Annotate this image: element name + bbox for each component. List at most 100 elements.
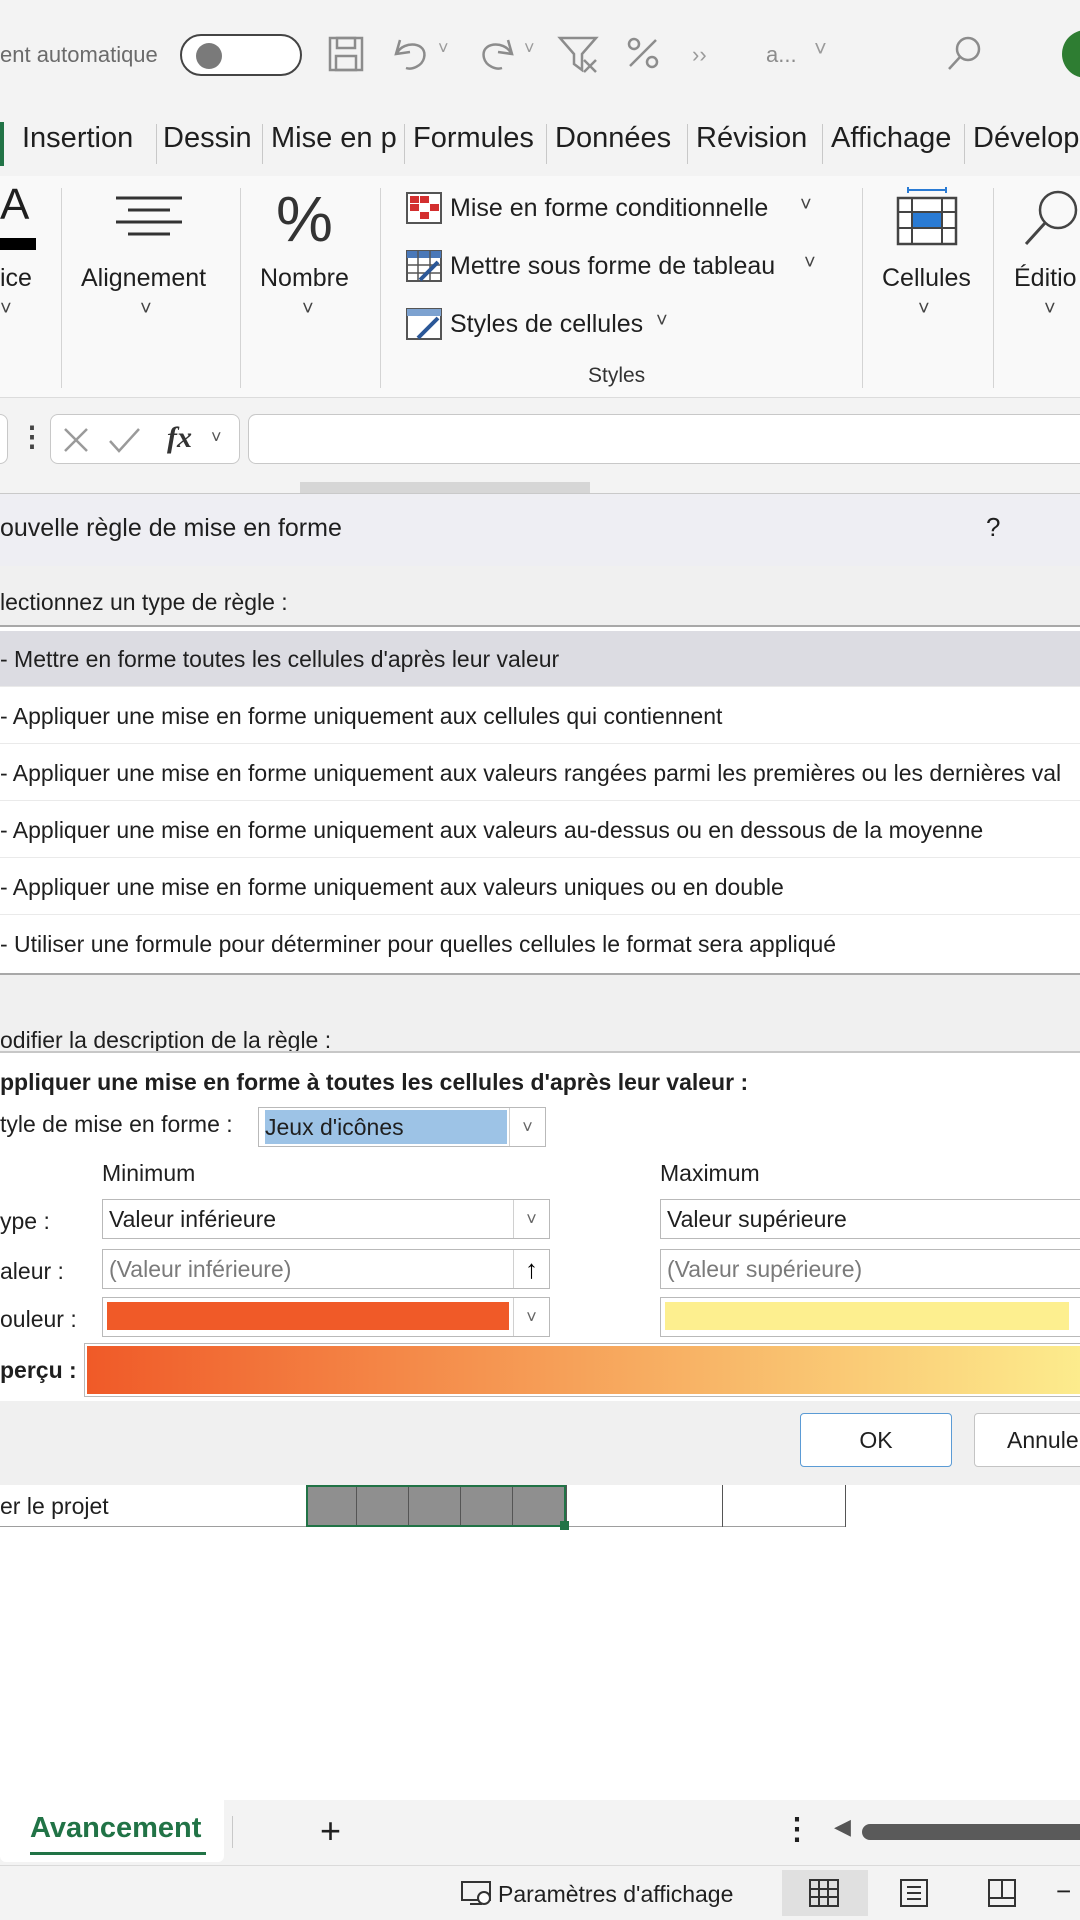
avatar[interactable] bbox=[1062, 30, 1080, 78]
apercu-label: perçu : bbox=[0, 1357, 77, 1383]
tab-developpeur[interactable]: Dévelop bbox=[973, 122, 1079, 155]
search-icon bbox=[1024, 190, 1078, 246]
worksheet: er le projet bbox=[0, 1485, 1080, 1800]
max-color-swatch bbox=[665, 1302, 1069, 1330]
selected-range[interactable] bbox=[306, 1485, 566, 1527]
percent-style-icon[interactable] bbox=[622, 32, 666, 76]
normal-view-button[interactable] bbox=[782, 1870, 868, 1916]
font-group-button[interactable]: A ice ˅ bbox=[0, 176, 60, 376]
preview-gradient bbox=[87, 1346, 1080, 1394]
horizontal-scrollbar[interactable] bbox=[862, 1824, 1080, 1840]
cancel-icon[interactable] bbox=[61, 425, 91, 455]
format-as-table-label: Mettre sous forme de tableau bbox=[450, 252, 776, 280]
enter-check-icon[interactable] bbox=[107, 425, 141, 455]
redo-icon[interactable] bbox=[474, 32, 518, 76]
clear-filter-icon[interactable] bbox=[556, 32, 600, 76]
rule-type-item-unique-duplicate[interactable]: - Appliquer une mise en forme uniquement… bbox=[0, 859, 1080, 915]
autosave-label: ent automatique bbox=[0, 42, 158, 67]
save-icon[interactable] bbox=[326, 34, 366, 74]
undo-icon[interactable] bbox=[390, 32, 434, 76]
insert-function-icon[interactable]: fx bbox=[167, 421, 192, 455]
max-value-input[interactable]: (Valeur supérieure) bbox=[660, 1249, 1080, 1289]
search-trunc-label[interactable]: a... bbox=[766, 42, 797, 68]
editing-group-button[interactable]: Éditio ˅ bbox=[1000, 176, 1080, 376]
styles-group-label: Styles bbox=[588, 364, 646, 387]
undo-dropdown-icon[interactable]: ˅ bbox=[438, 38, 449, 59]
more-options-icon[interactable]: ⋮ bbox=[18, 420, 46, 453]
sheet-tab-avancement[interactable]: Avancement bbox=[0, 1800, 224, 1862]
format-style-label: tyle de mise en forme : bbox=[0, 1111, 233, 1137]
chevron-down-icon[interactable]: ˅ bbox=[513, 1298, 549, 1336]
tab-dessin[interactable]: Dessin bbox=[163, 122, 252, 155]
min-value-input[interactable]: (Valeur inférieure) ↑ bbox=[102, 1249, 550, 1289]
formula-input[interactable] bbox=[248, 414, 1080, 464]
sheet-tabs-bar: Avancement + ⋮ ◀ bbox=[0, 1800, 1080, 1865]
help-icon[interactable]: ? bbox=[986, 512, 1000, 543]
tab-insertion[interactable]: Insertion bbox=[22, 122, 133, 155]
max-color-picker[interactable] bbox=[660, 1297, 1080, 1337]
status-bar: Paramètres d'affichage − bbox=[0, 1865, 1080, 1920]
rule-type-item-formula[interactable]: - Utiliser une formule pour déterminer p… bbox=[0, 916, 1080, 972]
name-box[interactable] bbox=[0, 414, 8, 464]
zoom-out-icon[interactable]: − bbox=[1056, 1876, 1071, 1907]
page-layout-icon[interactable] bbox=[898, 1878, 930, 1908]
ok-button[interactable]: OK bbox=[800, 1413, 952, 1467]
chevron-down-icon: ˅ bbox=[656, 310, 668, 332]
select-rule-type-label: lectionnez un type de règle : bbox=[0, 589, 288, 615]
cells-group-button[interactable]: Cellules ˅ bbox=[870, 176, 984, 376]
sheet-tab-label: Avancement bbox=[30, 1812, 202, 1844]
chevron-down-icon[interactable]: ˅ bbox=[814, 36, 827, 62]
tab-mise-en-page[interactable]: Mise en p bbox=[271, 122, 397, 155]
display-settings-button[interactable]: Paramètres d'affichage bbox=[458, 1876, 748, 1912]
page-break-preview-icon[interactable] bbox=[986, 1878, 1018, 1908]
format-style-value: Jeux d'icônes bbox=[265, 1110, 507, 1144]
tab-donnees[interactable]: Données bbox=[555, 122, 671, 155]
cell-styles-button[interactable]: Styles de cellules ˅ bbox=[402, 304, 832, 348]
min-type-value: Valeur inférieure bbox=[109, 1206, 277, 1232]
cell-styles-icon bbox=[406, 308, 442, 340]
chevron-down-icon[interactable]: ˅ bbox=[211, 427, 222, 448]
autosave-toggle[interactable] bbox=[180, 34, 302, 76]
active-tab-indicator bbox=[0, 122, 4, 166]
number-group-button[interactable]: % Nombre ˅ bbox=[250, 176, 380, 376]
range-select-icon[interactable]: ↑ bbox=[513, 1250, 549, 1288]
chevron-down-icon[interactable]: ˅ bbox=[513, 1200, 549, 1238]
dialog-titlebar: ouvelle règle de mise en forme ? bbox=[0, 494, 1080, 566]
cancel-button[interactable]: Annule bbox=[974, 1413, 1080, 1467]
align-center-icon bbox=[116, 196, 182, 236]
max-type-select[interactable]: Valeur supérieure bbox=[660, 1199, 1080, 1239]
search-icon[interactable] bbox=[944, 34, 984, 74]
format-as-table-icon bbox=[406, 250, 442, 282]
rule-type-item-average[interactable]: - Appliquer une mise en forme uniquement… bbox=[0, 802, 1080, 858]
edition-label: Éditio bbox=[1014, 264, 1077, 292]
rule-description-panel: ppliquer une mise en forme à toutes les … bbox=[0, 1051, 1080, 1401]
rule-type-item-contains[interactable]: - Appliquer une mise en forme uniquement… bbox=[0, 688, 1080, 744]
ribbon: A ice ˅ Alignement ˅ % Nombre ˅ Mise en … bbox=[0, 176, 1080, 398]
format-as-table-button[interactable]: Mettre sous forme de tableau ˅ bbox=[402, 246, 832, 290]
add-sheet-icon[interactable]: + bbox=[320, 1810, 341, 1852]
overflow-icon[interactable]: ›› bbox=[692, 42, 707, 68]
tab-affichage[interactable]: Affichage bbox=[831, 122, 951, 155]
chevron-down-icon: ˅ bbox=[1044, 298, 1056, 320]
edit-description-label: odifier la description de la règle : bbox=[0, 1027, 332, 1053]
min-value-placeholder: (Valeur inférieure) bbox=[109, 1256, 292, 1282]
chevron-down-icon[interactable]: ˅ bbox=[509, 1108, 545, 1146]
min-type-select[interactable]: Valeur inférieure ˅ bbox=[102, 1199, 550, 1239]
format-style-select[interactable]: Jeux d'icônes ˅ bbox=[258, 1107, 546, 1147]
fill-handle[interactable] bbox=[560, 1521, 569, 1530]
redo-dropdown-icon[interactable]: ˅ bbox=[524, 38, 535, 59]
scroll-left-icon[interactable]: ◀ bbox=[834, 1814, 851, 1840]
rule-type-item-all-cells[interactable]: - Mettre en forme toutes les cellules d'… bbox=[0, 631, 1080, 687]
tab-formules[interactable]: Formules bbox=[413, 122, 534, 155]
conditional-format-label: Mise en forme conditionnelle bbox=[450, 194, 769, 222]
rule-type-item-top-bottom[interactable]: - Appliquer une mise en forme uniquement… bbox=[0, 745, 1080, 801]
display-settings-icon bbox=[461, 1881, 491, 1905]
maximum-label: Maximum bbox=[660, 1160, 760, 1186]
alignment-group-button[interactable]: Alignement ˅ bbox=[70, 176, 230, 376]
more-options-icon[interactable]: ⋮ bbox=[782, 1812, 812, 1847]
column-headers bbox=[300, 482, 590, 493]
percent-icon: % bbox=[276, 183, 333, 255]
conditional-format-button[interactable]: Mise en forme conditionnelle ˅ bbox=[402, 188, 832, 232]
tab-revision[interactable]: Révision bbox=[696, 122, 807, 155]
min-color-picker[interactable]: ˅ bbox=[102, 1297, 550, 1337]
